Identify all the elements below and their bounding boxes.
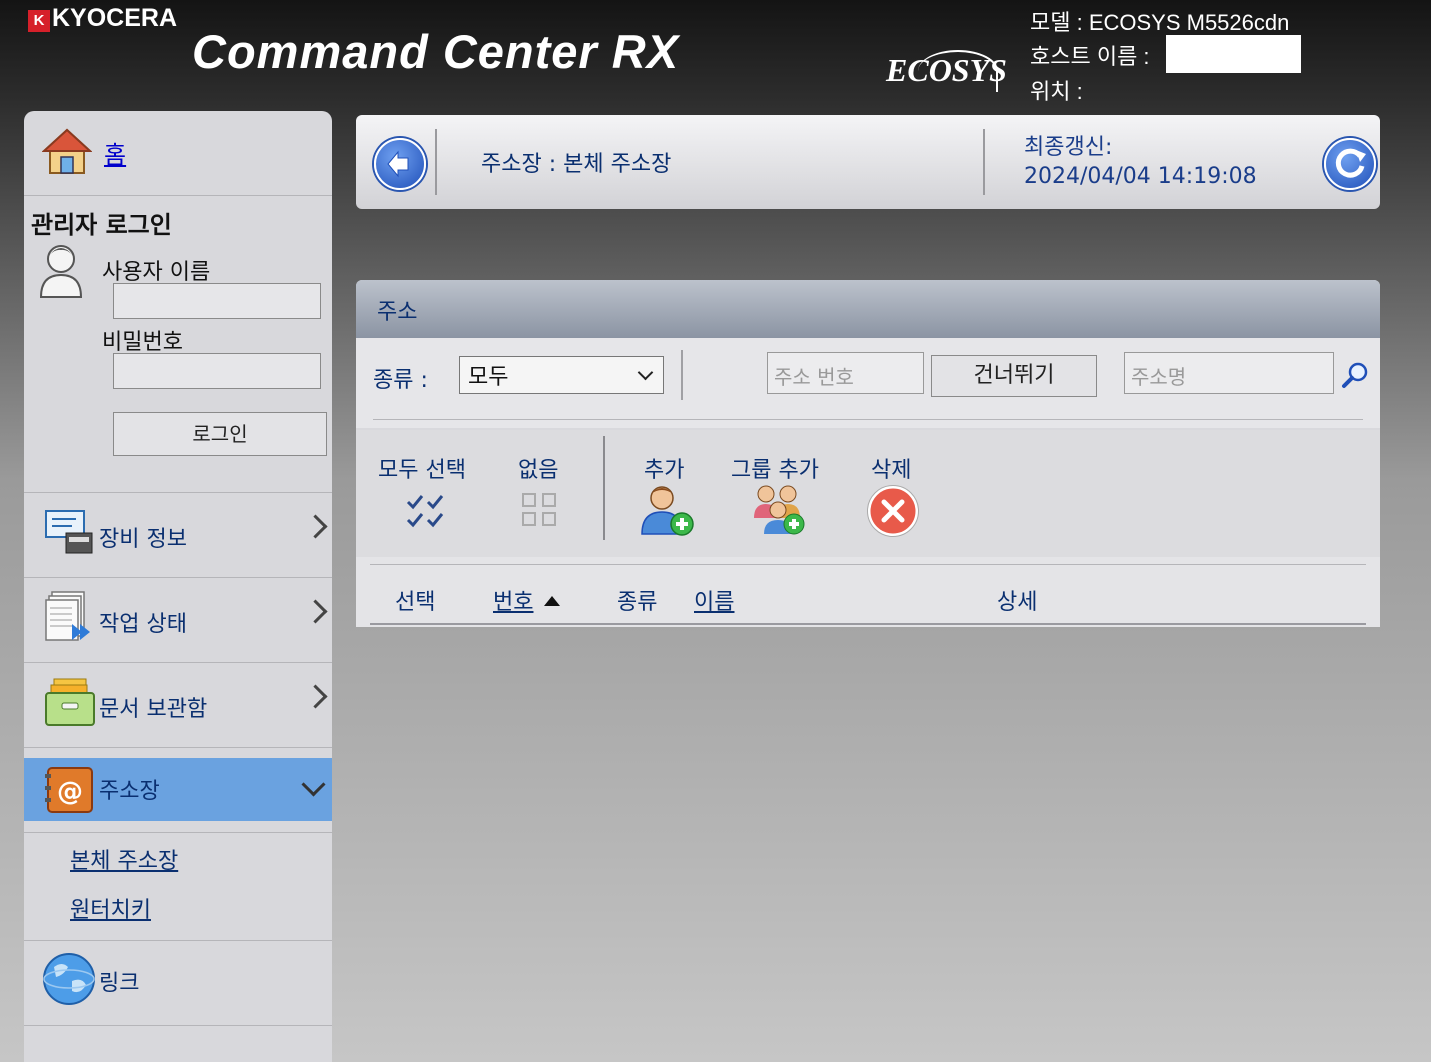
column-select: 선택 [395, 590, 436, 615]
sidebar-item-job-status[interactable]: 작업 상태 [24, 578, 332, 662]
password-label: 비밀번호 [102, 330, 183, 355]
sidebar-item-link[interactable]: 링크 [24, 941, 332, 1025]
delete-icon [867, 485, 919, 537]
home-link[interactable]: 홈 [104, 135, 126, 170]
add-group-icon [754, 485, 805, 535]
address-name-input[interactable]: 주소명 [1124, 352, 1334, 394]
sub-link-device-address-book[interactable]: 본체 주소장 [70, 843, 178, 875]
chevron-right-icon [303, 684, 328, 709]
add-user-icon [641, 486, 694, 536]
username-input[interactable] [113, 283, 321, 319]
kyocera-mark-icon: K [28, 10, 50, 32]
sidebar-item-label: 장비 정보 [99, 527, 187, 552]
sidebar-item-label: 링크 [99, 971, 140, 996]
sidebar-item-device-info[interactable]: 장비 정보 [24, 493, 332, 577]
column-name[interactable]: 이름 [694, 584, 734, 616]
table-header: 선택 번호 종류 이름 상세 [356, 557, 1380, 627]
chevron-down-icon [301, 772, 326, 797]
host-value-box [1166, 35, 1301, 73]
address-book-icon: @ [45, 767, 93, 813]
type-label: 종류 : [373, 368, 428, 393]
chevron-down-icon [637, 364, 654, 381]
admin-login-title: 관리자 로그인 [31, 211, 172, 239]
column-number[interactable]: 번호 [493, 584, 561, 616]
address-panel-title: 주소 [377, 300, 418, 325]
add-group-label: 그룹 추가 [731, 458, 819, 483]
delete-label: 삭제 [871, 458, 912, 483]
type-select-value: 모두 [468, 365, 509, 390]
job-status-icon [45, 591, 90, 641]
sort-ascending-icon [543, 596, 560, 606]
column-type: 종류 [617, 590, 658, 615]
type-select[interactable]: 모두 [459, 356, 664, 394]
column-detail: 상세 [997, 590, 1038, 615]
address-panel: 주소 종류 : 모두 주소 번호 건너뛰기 주소명 모두 선택 없음 추가 그룹… [356, 280, 1380, 627]
kyocera-logo: K KYOCERA [28, 4, 177, 33]
ecosys-logo: ECOSYS [886, 52, 1007, 88]
skip-button[interactable]: 건너뛰기 [931, 355, 1097, 397]
check-all-icon [406, 495, 444, 528]
home-icon[interactable] [42, 127, 92, 177]
select-none-label: 없음 [518, 458, 559, 483]
svg-text:@: @ [57, 777, 83, 807]
action-row: 모두 선택 없음 추가 그룹 추가 삭제 [356, 430, 1380, 557]
address-number-input[interactable]: 주소 번호 [767, 352, 924, 394]
last-updated: 최종갱신: 2024/04/04 14:19:08 [1024, 133, 1257, 191]
user-avatar-icon [39, 245, 83, 298]
last-updated-label: 최종갱신: [1024, 135, 1113, 160]
sidebar-item-document-box[interactable]: 문서 보관함 [24, 663, 332, 747]
sidebar-item-label: 작업 상태 [99, 612, 187, 637]
password-input[interactable] [113, 353, 321, 389]
last-updated-value: 2024/04/04 14:19:08 [1024, 164, 1257, 189]
add-label: 추가 [644, 458, 685, 483]
sidebar-item-label: 문서 보관함 [99, 697, 208, 722]
login-button[interactable]: 로그인 [113, 412, 327, 456]
uncheck-all-icon [522, 493, 556, 526]
sidebar: 홈 관리자 로그인 사용자 이름 비밀번호 로그인 장비 정보 작업 상태 문서… [24, 111, 332, 1062]
search-icon[interactable] [1340, 360, 1370, 390]
refresh-button[interactable] [1324, 138, 1376, 190]
globe-icon [43, 953, 95, 1005]
host-label: 호스트 이름 : [1030, 44, 1150, 69]
model-info: 모델 : ECOSYS M5526cdn [1030, 10, 1290, 35]
sidebar-item-address-book[interactable]: @ 주소장 [24, 758, 332, 821]
filter-row: 종류 : 모두 주소 번호 건너뛰기 주소명 [356, 338, 1380, 428]
sub-link-one-touch-key[interactable]: 원터치키 [70, 892, 151, 924]
location-label: 위치 : [1030, 79, 1083, 104]
chevron-right-icon [303, 514, 328, 539]
back-button[interactable] [374, 138, 426, 190]
document-box-icon [45, 678, 95, 726]
breadcrumb-panel: 주소장 : 본체 주소장 최종갱신: 2024/04/04 14:19:08 [356, 115, 1380, 209]
product-title: Command Center RX [192, 25, 680, 78]
username-label: 사용자 이름 [102, 260, 211, 285]
device-info-icon [45, 510, 93, 554]
back-arrow-icon [387, 150, 409, 178]
sidebar-item-label: 주소장 [99, 779, 160, 804]
address-panel-header: 주소 [356, 280, 1380, 338]
refresh-icon [1335, 148, 1366, 178]
select-all-label: 모두 선택 [378, 458, 466, 483]
breadcrumb: 주소장 : 본체 주소장 [481, 152, 672, 177]
chevron-right-icon [303, 599, 328, 624]
column-number-label: 번호 [493, 590, 534, 615]
